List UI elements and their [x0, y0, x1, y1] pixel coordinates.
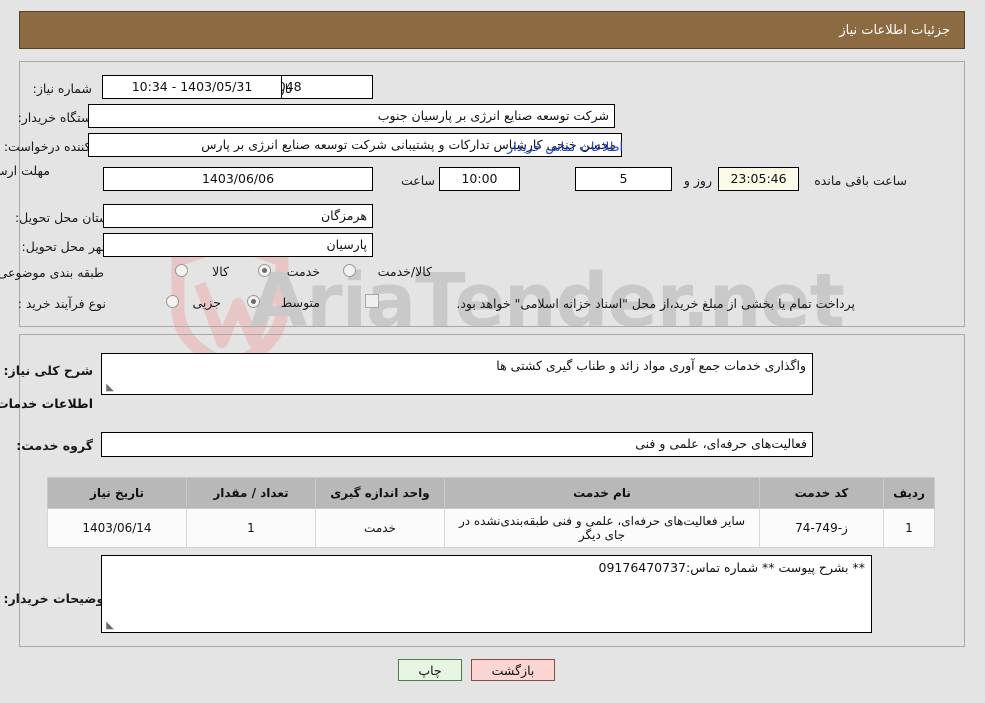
delivery-city-field[interactable]: پارسیان [103, 233, 373, 257]
cell-service-code: ز-749-74 [759, 508, 884, 548]
buyer-org-field[interactable]: شرکت توسعه صنایع انرژی بر پارسیان جنوب [88, 104, 615, 128]
table-header-service-name: نام خدمت [444, 477, 760, 509]
countdown-timer-field: 23:05:46 [718, 167, 799, 191]
table-header-unit: واحد اندازه گیری [315, 477, 445, 509]
buyer-notes-label: توضیحات خریدار: [3, 591, 109, 606]
page-title: جزئیات اطلاعات نیاز [839, 22, 950, 38]
back-button[interactable]: بازگشت [471, 659, 555, 681]
days-remaining-label: روز و [683, 173, 712, 188]
cell-need-date: 1403/06/14 [47, 508, 187, 548]
days-remaining-field[interactable]: 5 [575, 167, 672, 191]
table-header-row-number: ردیف [883, 477, 935, 509]
cell-row-number: 1 [883, 508, 935, 548]
print-button[interactable]: چاپ [398, 659, 462, 681]
delivery-province-label: استان محل تحویل: [14, 210, 113, 225]
resize-grip-icon[interactable]: ◣ [104, 383, 114, 393]
treasury-bonds-label: پرداخت تمام یا بخشی از مبلغ خرید،از محل … [456, 296, 855, 311]
category-option-label-2: کالا/خدمت [377, 264, 432, 279]
delivery-city-label: شهر محل تحویل: [21, 239, 112, 254]
category-option-label-1: خدمت [286, 264, 320, 279]
service-group-field[interactable]: فعالیت‌های حرفه‌ای، علمی و فنی [101, 432, 813, 457]
deadline-date-field[interactable]: 1403/06/06 [103, 167, 373, 191]
table-header-quantity: تعداد / مقدار [186, 477, 316, 509]
services-table: ردیف کد خدمت نام خدمت واحد اندازه گیری ت… [47, 477, 935, 548]
purchase-type-label: نوع فرآیند خرید : [17, 296, 106, 311]
table-header-need-date: تاریخ نیاز [47, 477, 187, 509]
purchase-type-radio-motevasset[interactable] [247, 295, 260, 308]
category-radio-khedmat[interactable] [258, 264, 271, 277]
category-radio-kala-khedmat[interactable] [343, 264, 356, 277]
announce-datetime-field[interactable]: 1403/05/31 - 10:34 [102, 75, 282, 99]
table-header-row: ردیف کد خدمت نام خدمت واحد اندازه گیری ت… [47, 477, 935, 509]
buyer-contact-link[interactable]: اطلاعات تماس خریدار [507, 139, 623, 154]
cell-service-name: سایر فعالیت‌های حرفه‌ای، علمی و فنی طبقه… [444, 508, 760, 548]
buyer-notes-textarea[interactable]: ** بشرح پیوست ** شماره تماس:09176470737 … [101, 555, 872, 633]
category-radio-kala[interactable] [175, 264, 188, 277]
page-title-bar: جزئیات اطلاعات نیاز [19, 11, 965, 49]
treasury-bonds-checkbox[interactable] [365, 294, 379, 308]
resize-grip-icon-notes[interactable]: ◣ [104, 621, 114, 631]
general-description-textarea[interactable]: واگذاری خدمات جمع آوری مواد زائد و طناب … [101, 353, 813, 395]
general-description-label: شرح کلی نیاز: [3, 363, 93, 378]
cell-unit: خدمت [315, 508, 445, 548]
countdown-suffix-label: ساعت باقی مانده [814, 173, 907, 188]
category-label: طبقه بندی موضوعی: [0, 265, 104, 280]
general-description-value: واگذاری خدمات جمع آوری مواد زائد و طناب … [496, 358, 806, 373]
need-info-panel [19, 61, 965, 327]
table-header-service-code: کد خدمت [759, 477, 884, 509]
table-row: 1 ز-749-74 سایر فعالیت‌های حرفه‌ای، علمی… [47, 508, 935, 548]
services-info-title: اطلاعات خدمات مورد نیاز [0, 396, 93, 411]
delivery-province-field[interactable]: هرمزگان [103, 204, 373, 228]
purchase-type-option-label-0: جزیی [192, 295, 221, 310]
need-number-label: شماره نیاز: [32, 81, 92, 96]
deadline-time-label: ساعت [400, 173, 435, 188]
service-group-label: گروه خدمت: [16, 438, 93, 453]
purchase-type-radio-jozei[interactable] [166, 295, 179, 308]
category-option-label-0: کالا [212, 264, 229, 279]
deadline-label: مهلت ارسال پاسخ: تا تاریخ: [0, 163, 50, 178]
cell-quantity: 1 [186, 508, 316, 548]
purchase-type-option-label-1: متوسط [280, 295, 320, 310]
deadline-time-field[interactable]: 10:00 [439, 167, 520, 191]
page-root: AriaTender.net جزئیات اطلاعات نیاز شماره… [0, 0, 985, 703]
buyer-notes-value: ** بشرح پیوست ** شماره تماس:09176470737 [598, 560, 865, 575]
